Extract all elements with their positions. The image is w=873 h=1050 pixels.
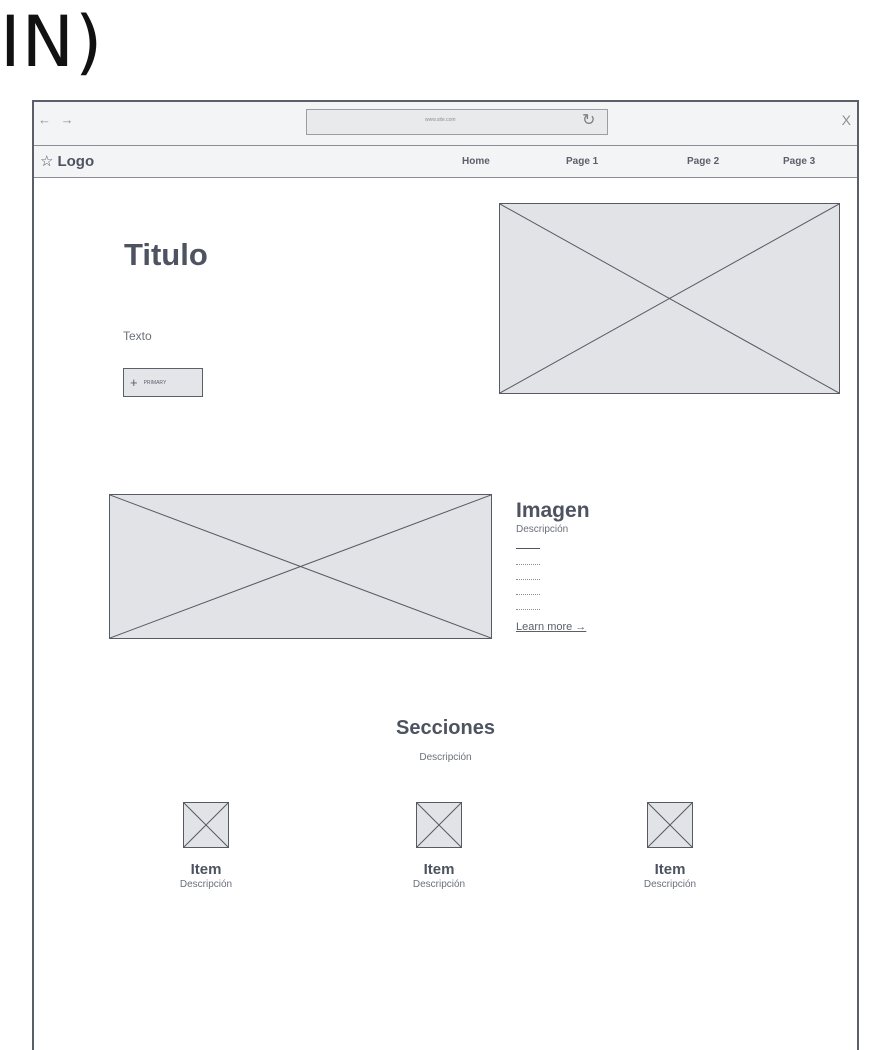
browser-toolbar: ← → www.site.com ↻ X xyxy=(34,102,857,146)
feature-description: Descripción xyxy=(516,524,569,535)
divider xyxy=(516,609,540,610)
item-title: Item xyxy=(423,861,455,878)
browser-window: ← → www.site.com ↻ X ☆ Logo Home Page 1 P… xyxy=(32,100,859,1050)
divider xyxy=(516,594,540,595)
divider xyxy=(516,564,540,565)
logo-text: Logo xyxy=(57,153,95,170)
hero-title: Titulo xyxy=(124,237,208,272)
nav-link-page-3[interactable]: Page 3 xyxy=(783,156,815,167)
address-bar[interactable]: www.site.com xyxy=(306,109,608,135)
feature-title: Imagen xyxy=(516,499,590,522)
item-image-placeholder xyxy=(647,802,693,848)
logo[interactable]: ☆ Logo xyxy=(40,152,94,170)
item-description: Descripción xyxy=(643,879,697,890)
plus-icon: + xyxy=(130,375,138,390)
back-forward-arrows-icon[interactable]: ← → xyxy=(38,112,77,127)
hero-image-placeholder xyxy=(499,203,840,394)
divider xyxy=(516,579,540,580)
nav-link-home[interactable]: Home xyxy=(462,156,490,167)
nav-link-page-1[interactable]: Page 1 xyxy=(566,156,598,167)
section-item: Item Descripción xyxy=(379,802,499,891)
primary-button-label: PRIMARY xyxy=(143,379,167,386)
section-item: Item Descripción xyxy=(146,802,266,891)
item-title: Item xyxy=(654,861,686,878)
address-bar-url: www.site.com xyxy=(425,117,456,123)
star-icon: ☆ xyxy=(40,153,54,170)
sections-title: Secciones xyxy=(396,717,495,739)
section-item: Item Descripción xyxy=(610,802,730,891)
reload-icon[interactable]: ↻ xyxy=(582,110,595,130)
primary-button[interactable]: + PRIMARY xyxy=(123,368,203,397)
item-description: Descripción xyxy=(179,879,233,890)
nav-link-page-2[interactable]: Page 2 xyxy=(687,156,719,167)
site-navbar: ☆ Logo Home Page 1 Page 2 Page 3 xyxy=(34,146,857,178)
corner-label: IN) xyxy=(0,1,104,83)
divider xyxy=(516,548,540,549)
feature-image-placeholder xyxy=(109,494,492,639)
hero-text: Texto xyxy=(123,329,152,343)
item-image-placeholder xyxy=(416,802,462,848)
close-button[interactable]: X xyxy=(842,112,851,128)
item-image-placeholder xyxy=(183,802,229,848)
item-title: Item xyxy=(190,861,222,878)
learn-more-link[interactable]: Learn more → xyxy=(516,621,586,633)
sections-description: Descripción xyxy=(419,752,472,763)
item-description: Descripción xyxy=(412,879,466,890)
